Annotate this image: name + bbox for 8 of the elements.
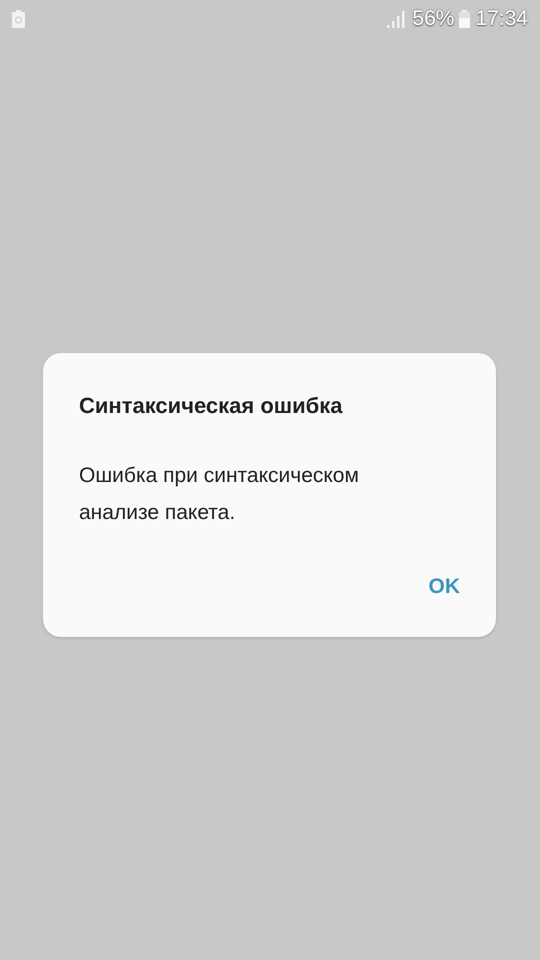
signal-icon	[387, 10, 408, 28]
clock: 17:34	[475, 7, 528, 31]
dialog-title: Синтаксическая ошибка	[79, 393, 344, 419]
dialog-message: Ошибка при синтаксическом анализе пакета.	[79, 463, 360, 526]
battery-percent: 56%	[412, 7, 454, 31]
ok-button[interactable]: OK	[428, 571, 460, 603]
battery-icon	[459, 10, 470, 28]
battery-saver-icon	[12, 10, 25, 28]
